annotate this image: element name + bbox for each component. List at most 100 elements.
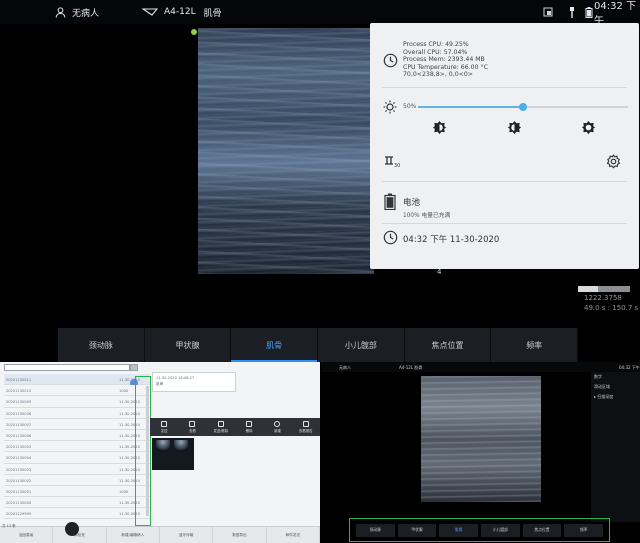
search-icon[interactable]: [130, 364, 138, 371]
exam-card[interactable]: 11-30-2020 16:08:27 肌骨: [152, 372, 236, 392]
export-button[interactable]: 数据导出: [213, 527, 267, 543]
record-id: 20201130011: [6, 378, 32, 382]
brightness-slider[interactable]: [418, 103, 628, 111]
brightness-value: 50%: [403, 103, 417, 110]
list-item[interactable]: 20201130007 11-30-2020: [4, 419, 150, 430]
battery-status: 100% 电量已充满: [403, 213, 451, 219]
readout-time: 49.0 s : 150.7 s: [584, 304, 639, 312]
record-date: 1000: [119, 389, 129, 394]
record-id: 20201130004: [6, 456, 32, 461]
tray-icons: [543, 0, 599, 24]
record-id: 20201130006: [6, 433, 32, 438]
list-item[interactable]: 20201130009 11-30-2020: [4, 396, 150, 408]
mini-tab-frequency[interactable]: 频率: [564, 523, 604, 537]
mini-status-bar: 无病人 A4-12L 肌骨 04:32 下午: [321, 362, 640, 372]
mini-tab-thyroid[interactable]: 甲状腺: [397, 523, 437, 537]
list-item[interactable]: 20201130006 11-30-2020: [4, 430, 150, 442]
clock-icon: [383, 53, 398, 68]
mini-side-item[interactable]: 数字: [591, 372, 640, 382]
record-id: 20201129999: [6, 512, 32, 517]
list-item[interactable]: 20201129999 11-30-2020: [4, 508, 150, 520]
battery-icon[interactable]: [585, 6, 593, 18]
mini-tab-msk[interactable]: 肌骨: [439, 523, 479, 537]
send-delete-button[interactable]: 发送/删除: [207, 418, 235, 436]
list-item[interactable]: 20201130008 11-30-2020: [4, 408, 150, 419]
send-button[interactable]: 发送: [150, 418, 178, 436]
user-icon: [55, 6, 66, 18]
view-button[interactable]: 查看: [178, 418, 206, 436]
list-item[interactable]: 20201130010 1000: [4, 385, 150, 397]
system-info: Process CPU: 49.25% Overall CPU: 57.04% …: [403, 41, 488, 79]
record-date: 1000: [119, 489, 129, 494]
probe-name: A4-12L: [164, 7, 196, 17]
brightness-slider-thumb[interactable]: [519, 103, 527, 111]
list-item[interactable]: 20201130011 11-30-2020: [4, 374, 150, 386]
tab-frequency[interactable]: 频率: [491, 328, 579, 362]
scanner-mini-screenshot: 无病人 A4-12L 肌骨 04:32 下午 数字 滑动区域 ▸ 扫描深度 颈动…: [321, 362, 640, 543]
mini-tab-pediatric-hip[interactable]: 小儿髋部: [481, 523, 520, 537]
tab-pediatric-hip[interactable]: 小儿髋部: [318, 328, 405, 362]
record-id: 20201130007: [6, 422, 32, 427]
trash-icon: [246, 421, 253, 427]
list-item[interactable]: 20201130003 11-30-2020: [4, 464, 150, 475]
tab-carotid[interactable]: 颈动脉: [58, 328, 145, 362]
mini-tab-carotid[interactable]: 颈动脉: [356, 523, 395, 537]
delete-button[interactable]: 删除: [235, 418, 263, 436]
ultrasound-image[interactable]: [198, 28, 374, 274]
report-icon: [302, 421, 309, 427]
probe-settings-icon[interactable]: 30: [384, 155, 400, 169]
mini-clock: 04:32 下午: [619, 365, 640, 370]
battery-title: 电池: [403, 198, 421, 208]
floating-menu-button[interactable]: [65, 522, 79, 536]
brightness-high-icon[interactable]: [581, 120, 596, 135]
quick-settings-panel: Process CPU: 49.25% Overall CPU: 57.04% …: [370, 23, 639, 269]
bluetooth-button[interactable]: 蓝牙传输: [160, 527, 214, 543]
probe-indicator[interactable]: A4-12L 肌骨: [142, 0, 222, 24]
tab-thyroid[interactable]: 甲状腺: [145, 328, 232, 362]
report-button[interactable]: 查看报告: [292, 418, 320, 436]
mini-probe: A4-12L 肌骨: [399, 365, 423, 370]
list-item[interactable]: 20201130000 11-30-2020: [4, 497, 150, 509]
tab-focus-position[interactable]: 焦点位置: [405, 328, 492, 362]
new-button[interactable]: 新建: [263, 418, 291, 436]
list-item[interactable]: 20201130004 11-30-2020: [4, 452, 150, 464]
patient-name: 无病人: [72, 8, 100, 19]
eye-icon: [189, 421, 196, 427]
highlight-box: [135, 376, 151, 526]
list-item[interactable]: 20201130005 11-30-2020: [4, 441, 150, 453]
divider: [382, 87, 627, 88]
new-exam-button[interactable]: 新检查: [53, 527, 107, 543]
usb-icon[interactable]: [569, 6, 575, 18]
brightness-slider-fill: [418, 106, 523, 108]
preset-tabs: 颈动脉 甲状腺 肌骨 小儿髋部 焦点位置 频率: [58, 328, 579, 362]
gray-scale-bar: [578, 286, 630, 292]
return-patient-button[interactable]: 返回患者: [0, 527, 54, 543]
mini-ultrasound-image[interactable]: [421, 376, 541, 502]
screenshot-icon[interactable]: [543, 7, 553, 17]
clock: 04:32 下午: [594, 1, 636, 27]
clock-icon: [383, 230, 398, 245]
list-item[interactable]: 20201130002 11-30-2020: [4, 475, 150, 486]
mini-side-item[interactable]: ▸ 扫描深度: [591, 392, 640, 402]
record-id: 20201130005: [6, 445, 32, 450]
image-thumbnail[interactable]: [152, 438, 194, 470]
brightness-low-icon[interactable]: [432, 120, 447, 135]
tab-msk[interactable]: 肌骨: [231, 328, 319, 362]
mini-side-item[interactable]: 滑动区域: [591, 382, 640, 392]
email-button[interactable]: 邮件发送: [267, 527, 320, 543]
edit-patient-button[interactable]: 新建/编辑病人: [107, 527, 160, 543]
patient-indicator[interactable]: 无病人: [55, 0, 99, 24]
record-id: 20201130010: [6, 389, 32, 394]
gear-icon[interactable]: [606, 154, 621, 169]
svg-text:30: 30: [394, 163, 400, 169]
brightness-mid-icon[interactable]: [507, 120, 522, 135]
patient-list: 20201130011 11-30-2020 20201130010 1000 2020…: [4, 374, 150, 530]
list-item[interactable]: 20201130001 1000: [4, 486, 150, 498]
orientation-marker: [191, 29, 197, 35]
exam-title: 肌骨: [156, 382, 164, 386]
mini-patient: 无病人: [339, 365, 351, 370]
divider: [382, 223, 627, 224]
mini-tab-focus-position[interactable]: 焦点位置: [522, 523, 562, 537]
search-input[interactable]: [4, 364, 130, 371]
depth-tick-label: 4: [437, 268, 442, 276]
